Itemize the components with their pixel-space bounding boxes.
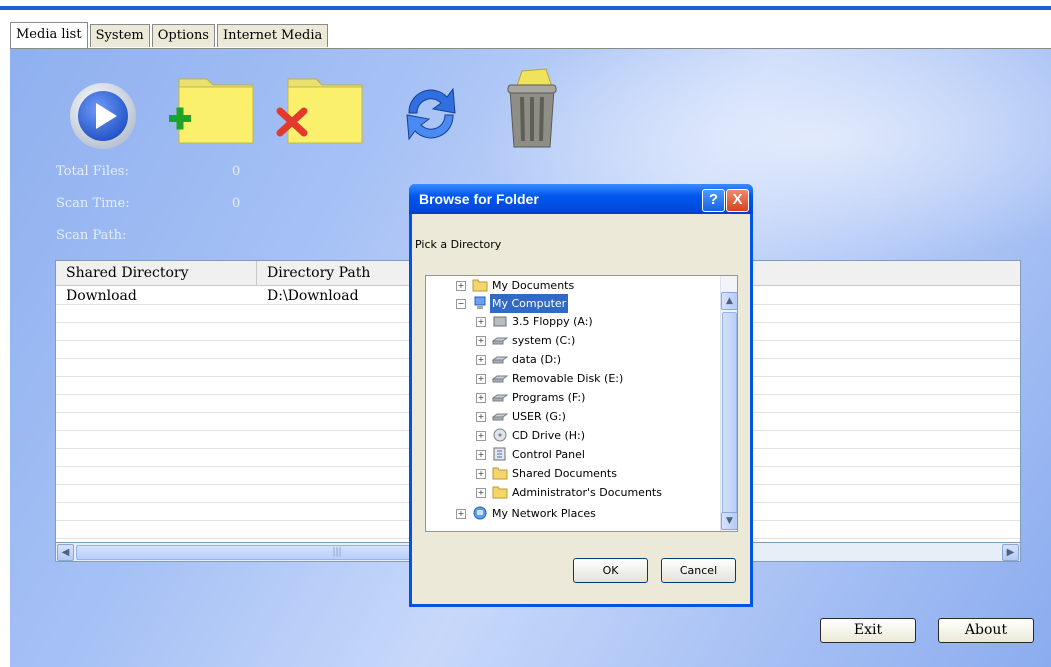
tree-item-data-d[interactable]: + data (D:) [426, 350, 716, 369]
removable-disk-icon [492, 375, 508, 383]
expand-icon[interactable]: + [476, 336, 486, 346]
tree-item-floppy[interactable]: + 3.5 Floppy (A:) [426, 312, 716, 331]
refresh-icon[interactable] [395, 79, 467, 149]
scroll-down-icon[interactable]: ▼ [721, 512, 737, 530]
expand-icon[interactable]: + [476, 317, 486, 327]
cancel-button[interactable]: Cancel [661, 558, 736, 583]
total-files-value: 0 [232, 164, 241, 179]
cd-drive-icon [493, 428, 507, 442]
expand-icon[interactable]: + [476, 393, 486, 403]
scroll-left-icon[interactable]: ◀ [57, 544, 74, 561]
folder-icon [492, 486, 508, 499]
scan-path-label: Scan Path: [56, 228, 127, 243]
expand-icon[interactable]: + [476, 355, 486, 365]
pick-directory-label: Pick a Directory [415, 238, 502, 251]
folder-icon [492, 467, 508, 480]
column-header-shared-directory[interactable]: Shared Directory [56, 261, 257, 285]
help-button[interactable]: ? [702, 189, 725, 212]
tab-strip: Media list System Options Internet Media [10, 22, 330, 48]
tree-vertical-scrollbar[interactable]: ▲ ▼ [720, 276, 737, 531]
expand-icon[interactable]: + [476, 431, 486, 441]
hard-drive-icon [492, 337, 508, 345]
folder-icon [472, 279, 488, 292]
expand-icon[interactable]: + [476, 469, 486, 479]
floppy-drive-icon [493, 316, 507, 327]
expand-icon[interactable]: + [476, 488, 486, 498]
tree-item-administrators-documents[interactable]: + Administrator's Documents [426, 483, 716, 502]
hard-drive-icon [492, 394, 508, 402]
scan-time-value: 0 [232, 196, 241, 211]
close-button[interactable]: X [726, 189, 749, 212]
row-shared-directory: Download [66, 288, 137, 304]
computer-icon [474, 296, 486, 309]
ok-button[interactable]: OK [573, 558, 648, 583]
scan-time-label: Scan Time: [56, 196, 130, 211]
tab-media-list[interactable]: Media list [10, 22, 88, 48]
collapse-icon[interactable]: − [456, 299, 466, 309]
exit-button[interactable]: Exit [820, 618, 916, 643]
expand-icon[interactable]: + [456, 281, 466, 291]
hard-drive-icon [492, 356, 508, 364]
recycle-bin-icon[interactable] [496, 67, 566, 149]
dialog-titlebar[interactable]: Browse for Folder ? X [409, 184, 753, 214]
hard-drive-icon [492, 413, 508, 421]
add-folder-icon[interactable] [167, 73, 257, 147]
remove-folder-icon[interactable] [274, 73, 366, 147]
tree-item-cd-drive-h[interactable]: + CD Drive (H:) [426, 426, 716, 445]
scroll-right-icon[interactable]: ▶ [1002, 544, 1019, 561]
scroll-up-icon[interactable]: ▲ [721, 292, 737, 310]
tab-internet-media[interactable]: Internet Media [216, 24, 329, 47]
row-directory-path: D:\Download [267, 288, 359, 304]
expand-icon[interactable]: + [456, 509, 466, 519]
expand-icon[interactable]: + [476, 374, 486, 384]
tree-item-my-computer[interactable]: − My Computer [426, 293, 716, 314]
tab-system[interactable]: System [89, 24, 150, 47]
about-button[interactable]: About [938, 618, 1034, 643]
tree-item-user-g[interactable]: + USER (G:) [426, 407, 716, 426]
tree-item-removable-e[interactable]: + Removable Disk (E:) [426, 369, 716, 388]
tree-item-my-network-places[interactable]: + My Network Places [426, 504, 716, 523]
folder-tree[interactable]: + My Documents − My Computer + 3.5 Flopp… [425, 275, 738, 532]
tree-scrollbar-thumb[interactable] [722, 312, 737, 514]
expand-icon[interactable]: + [476, 412, 486, 422]
tree-item-my-documents[interactable]: + My Documents [426, 276, 716, 295]
tree-item-programs-f[interactable]: + Programs (F:) [426, 388, 716, 407]
total-files-label: Total Files: [56, 164, 129, 179]
network-icon [473, 506, 487, 520]
control-panel-icon [493, 447, 506, 461]
browse-for-folder-dialog: Browse for Folder ? X Pick a Directory +… [409, 184, 753, 607]
top-accent-bar [0, 6, 1051, 10]
expand-icon[interactable]: + [476, 450, 486, 460]
play-icon[interactable] [68, 81, 138, 151]
dialog-title: Browse for Folder [419, 191, 539, 207]
tree-item-control-panel[interactable]: + Control Panel [426, 445, 716, 464]
tree-item-system-c[interactable]: + system (C:) [426, 331, 716, 350]
tree-item-shared-documents[interactable]: + Shared Documents [426, 464, 716, 483]
tab-options[interactable]: Options [151, 24, 215, 47]
